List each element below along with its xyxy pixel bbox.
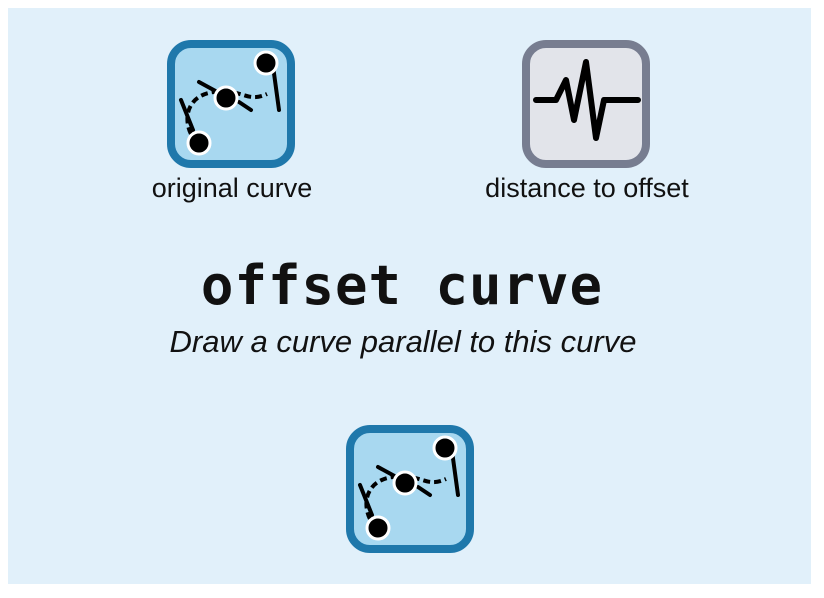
curve-icon xyxy=(179,50,281,156)
offset-curve-output[interactable] xyxy=(346,425,474,553)
curve-icon xyxy=(358,435,460,541)
distance-label: distance to offset xyxy=(485,173,689,203)
original-curve-label: original curve xyxy=(151,173,313,203)
original-curve-input[interactable] xyxy=(167,40,295,168)
distance-input[interactable] xyxy=(522,40,650,168)
node-description: Draw a curve parallel to this curve xyxy=(169,324,637,359)
waveform-icon xyxy=(533,59,641,141)
node-title: offset curve xyxy=(200,254,604,317)
